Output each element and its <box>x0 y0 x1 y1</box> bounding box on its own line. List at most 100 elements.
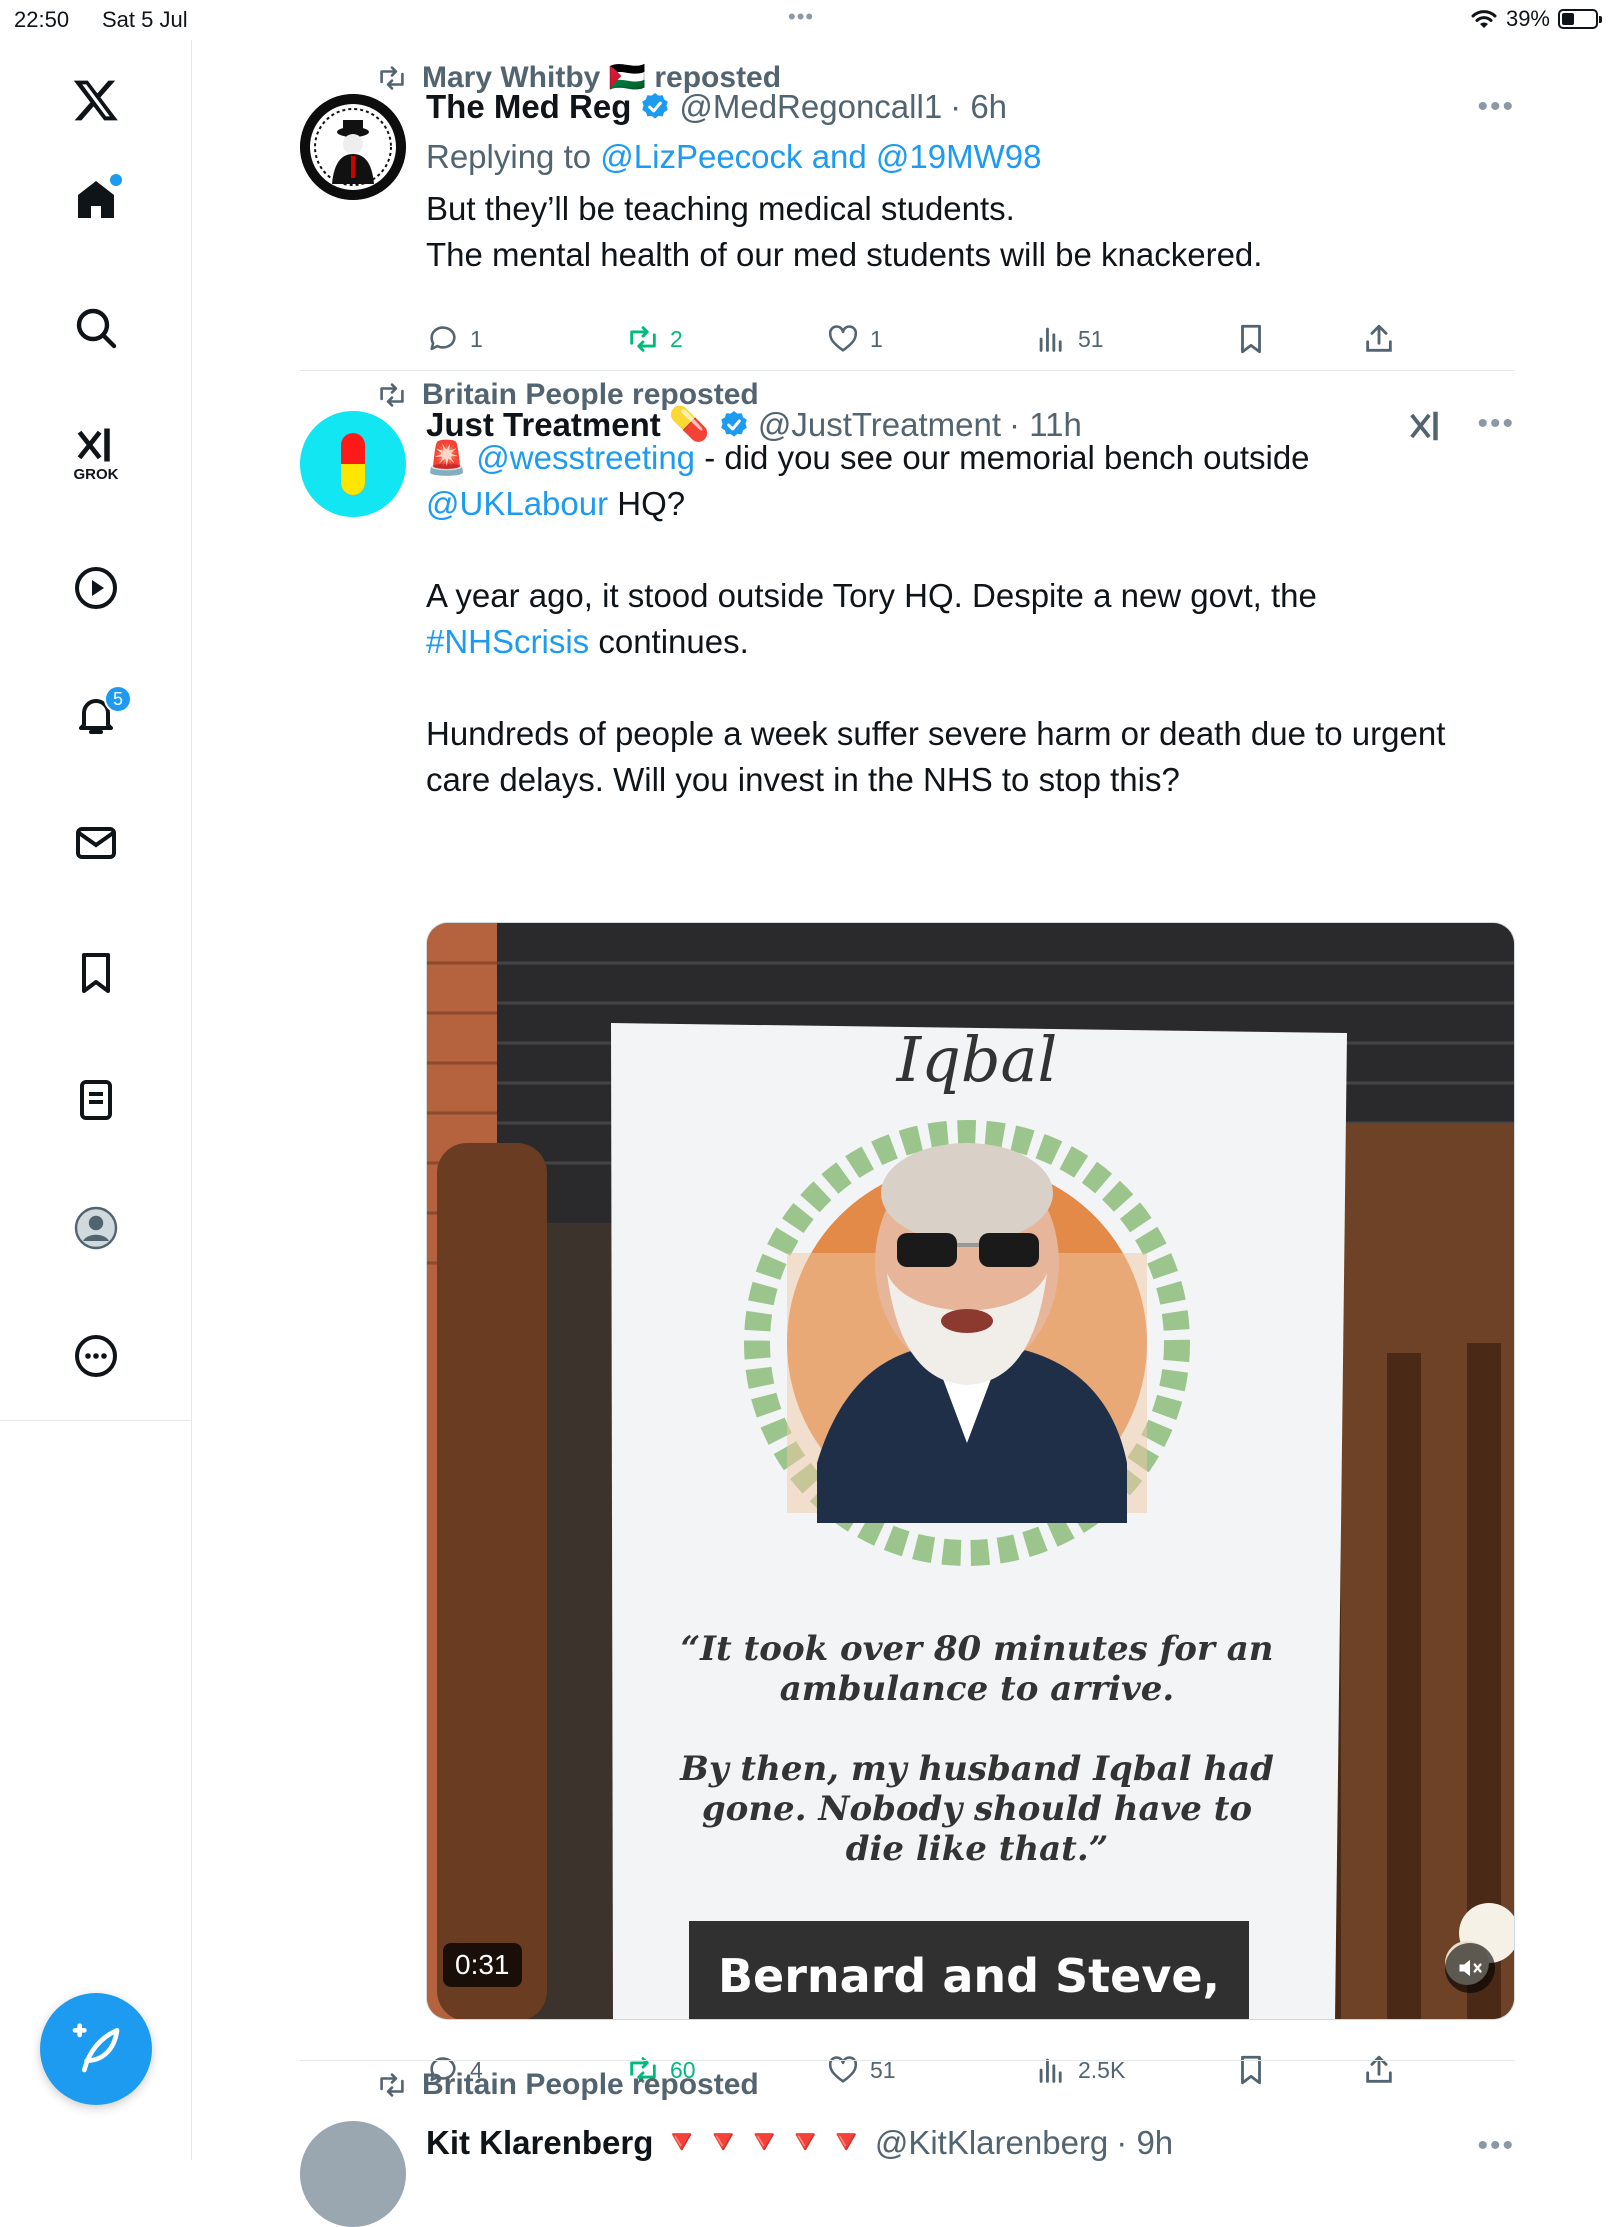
repost-icon <box>380 2073 404 2097</box>
repost-count: 2 <box>670 325 683 352</box>
status-indicators: 39% <box>1470 6 1602 32</box>
poster-quote: “It took over 80 minutes for an ambulanc… <box>627 1629 1327 1869</box>
notifications-bell-icon[interactable]: 5 <box>66 685 132 745</box>
tweet-text-line: #NHScrisis continues. <box>426 619 1515 665</box>
view-count: 51 <box>1078 325 1104 352</box>
reposted-by-text[interactable]: Britain People reposted <box>422 2068 759 2102</box>
compose-post-button[interactable] <box>40 1993 152 2105</box>
replying-to: Replying to @LizPeecock and @19MW98 <box>426 134 1515 180</box>
status-time: 22:50 <box>14 7 70 32</box>
tweet-actions: 1 2 1 51 <box>426 322 1426 362</box>
tweet-text-line: A year ago, it stood outside Tory HQ. De… <box>426 577 1317 614</box>
x-logo-icon[interactable] <box>66 70 126 130</box>
poster-quote-line: die like that.” <box>845 1829 1109 1869</box>
views-button[interactable]: 51 <box>1034 322 1104 356</box>
more-options-icon[interactable] <box>66 1326 126 1386</box>
video-player[interactable]: Iqbal “It took over 80 minutes for an am… <box>426 922 1515 2020</box>
tweet-text-span: - did you see our memorial bench outside <box>695 439 1310 476</box>
tweet-divider <box>300 2060 1515 2061</box>
home-icon[interactable] <box>66 170 126 230</box>
status-date: Sat 5 Jul <box>102 7 188 32</box>
poster-quote-line: gone. Nobody should have to <box>701 1789 1253 1829</box>
poster-name: Iqbal <box>896 1023 1058 1096</box>
bookmarks-icon[interactable] <box>66 943 126 1003</box>
display-name[interactable]: The Med Reg <box>426 88 631 126</box>
mute-toggle-button[interactable] <box>1445 1943 1495 1993</box>
reply-count: 1 <box>470 325 483 352</box>
tweet-text-line: The mental health of our med students wi… <box>426 236 1263 273</box>
avatar[interactable] <box>300 94 406 200</box>
repost-icon <box>630 326 656 352</box>
bookmark-button[interactable] <box>1234 2053 1268 2087</box>
heart-icon <box>828 325 858 352</box>
battery-icon <box>1558 9 1602 29</box>
avatar[interactable] <box>300 2121 406 2227</box>
tweet-text-span: HQ? <box>608 485 686 522</box>
hashtag-link[interactable]: #NHScrisis <box>426 623 589 660</box>
repost-button[interactable]: 2 <box>626 322 683 356</box>
more-menu-icon[interactable]: ••• <box>1477 90 1515 124</box>
tweet-text: But they’ll be teaching medical students… <box>426 186 1515 278</box>
like-button[interactable]: 1 <box>826 322 883 356</box>
profile-avatar-icon[interactable] <box>66 1198 126 1258</box>
repost-icon <box>380 65 404 90</box>
replying-to-handles[interactable]: @LizPeecock and @19MW98 <box>600 138 1041 175</box>
more-menu-icon[interactable]: ••• <box>1477 2129 1515 2163</box>
share-icon <box>1366 324 1392 352</box>
grok-label: GROK <box>73 466 119 483</box>
repost-icon <box>380 383 404 407</box>
views-chart-icon <box>1039 327 1062 352</box>
heart-icon <box>828 2056 858 2083</box>
muted-speaker-icon <box>1459 1959 1482 1977</box>
compose-feather-icon <box>72 2023 120 2073</box>
video-duration: 0:31 <box>443 1943 522 1987</box>
share-button[interactable] <box>1362 2053 1396 2087</box>
display-name[interactable]: Kit Klarenberg <box>426 2124 653 2162</box>
reply-button[interactable]: 1 <box>426 322 483 356</box>
tweet-text: 🚨 @wesstreeting - did you see our memori… <box>426 435 1515 803</box>
grok-icon[interactable]: GROK <box>66 422 126 483</box>
tweet-header: The Med Reg @MedRegoncall1 · 6h <box>426 88 1007 126</box>
like-button[interactable]: 51 <box>826 2053 896 2087</box>
video-play-icon[interactable] <box>66 558 126 618</box>
sidebar-divider <box>0 1420 192 1421</box>
like-count: 1 <box>870 325 883 352</box>
replying-prefix: Replying to <box>426 138 592 175</box>
mention-link[interactable]: @UKLabour <box>426 485 608 522</box>
tweet-text-line: care delays. Will you invest in the NHS … <box>426 761 1180 798</box>
tweet-text-line: Hundreds of people a week suffer severe … <box>426 715 1446 752</box>
sidebar: GROK 5 <box>0 40 192 2160</box>
notifications-badge: 5 <box>104 685 132 713</box>
status-bar: 22:50 Sat 5 Jul ••• 39% <box>0 0 1620 40</box>
mention-link[interactable]: @wesstreeting <box>476 439 695 476</box>
tweet-text-line: But they’ll be teaching medical students… <box>426 190 1015 227</box>
bookmark-icon <box>1241 324 1261 354</box>
bookmark-button[interactable] <box>1234 322 1268 356</box>
tweet-text-span: continues. <box>589 623 749 660</box>
tweet-header: Kit Klarenberg 🔻🔻🔻🔻🔻 @KitKlarenberg · 9h <box>426 2123 1173 2162</box>
repost-indicator: Britain People reposted <box>376 2068 759 2102</box>
reply-icon <box>430 326 456 351</box>
search-icon[interactable] <box>66 298 126 358</box>
handle[interactable]: @MedRegoncall1 <box>679 88 942 126</box>
share-icon <box>1366 2055 1392 2083</box>
verified-badge-icon <box>642 93 669 119</box>
views-button[interactable]: 2.5K <box>1034 2053 1125 2087</box>
tweet-text-line: 🚨 @wesstreeting - did you see our memori… <box>426 435 1515 481</box>
views-chart-icon <box>1039 2058 1062 2083</box>
tweet-divider <box>300 370 1515 371</box>
name-emoji: 🔻🔻🔻🔻🔻 <box>661 2123 867 2160</box>
timestamp[interactable]: · 9h <box>1116 2124 1173 2162</box>
poster-quote-line: “It took over 80 minutes for an <box>680 1629 1274 1669</box>
bookmark-icon <box>1241 2055 1261 2085</box>
share-button[interactable] <box>1362 322 1396 356</box>
home-new-dot <box>110 174 122 186</box>
siren-emoji: 🚨 <box>426 439 468 476</box>
video-caption: Bernard and Steve, <box>689 1921 1249 2019</box>
multitasking-dots-icon[interactable]: ••• <box>788 4 814 30</box>
messages-envelope-icon[interactable] <box>66 813 126 873</box>
avatar[interactable] <box>300 411 406 517</box>
lists-icon[interactable] <box>66 1070 126 1130</box>
timestamp[interactable]: · 6h <box>950 88 1007 126</box>
handle[interactable]: @KitKlarenberg <box>875 2124 1108 2162</box>
